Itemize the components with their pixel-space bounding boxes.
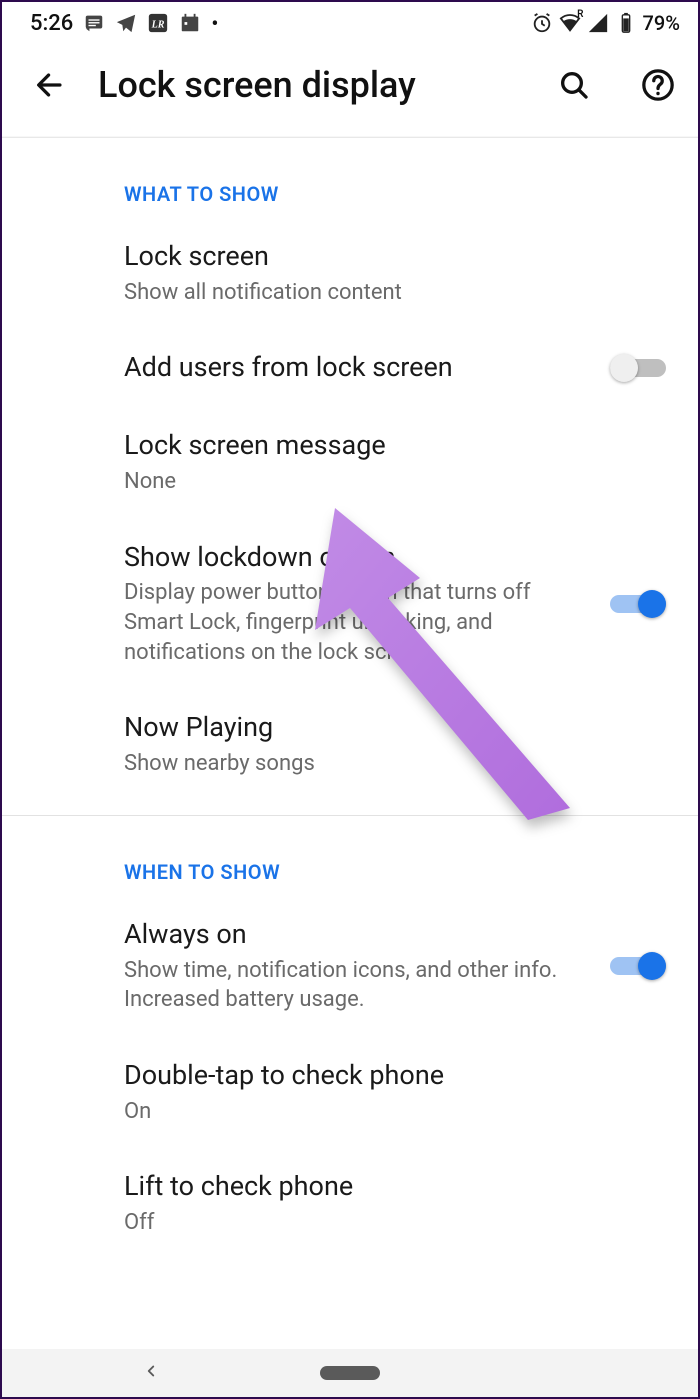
- row-title: Always on: [124, 918, 594, 952]
- back-button[interactable]: [32, 67, 68, 103]
- row-subtitle: None: [124, 467, 666, 497]
- row-show-lockdown[interactable]: Show lockdown option Display power butto…: [2, 519, 698, 690]
- cell-signal-icon: [587, 12, 609, 34]
- row-title: Show lockdown option: [124, 541, 594, 575]
- messages-icon: [83, 12, 105, 34]
- row-add-users[interactable]: Add users from lock screen: [2, 329, 698, 407]
- alarm-icon: [531, 12, 553, 34]
- row-title: Now Playing: [124, 711, 666, 745]
- row-title: Lift to check phone: [124, 1170, 666, 1204]
- row-lift-to-check[interactable]: Lift to check phone Off: [2, 1148, 698, 1259]
- telegram-icon: [115, 12, 137, 34]
- row-subtitle: Show all notification content: [124, 278, 666, 308]
- nav-home-pill[interactable]: [320, 1366, 380, 1380]
- app-bar: Lock screen display: [2, 40, 698, 137]
- svg-text:LR: LR: [151, 20, 165, 31]
- search-button[interactable]: [556, 67, 592, 103]
- row-subtitle: Display power button option that turns o…: [124, 578, 594, 667]
- row-subtitle: Off: [124, 1208, 666, 1238]
- wifi-icon: R: [559, 12, 581, 34]
- battery-percent: 79%: [643, 11, 680, 35]
- nav-back-button[interactable]: [142, 1362, 160, 1384]
- battery-icon: [615, 12, 637, 34]
- section-header-when: WHEN TO SHOW: [2, 816, 698, 896]
- toggle-always-on[interactable]: [610, 952, 666, 980]
- clock-text: 5:26: [30, 11, 73, 36]
- status-bar: 5:26 LR • R: [2, 2, 698, 40]
- row-title: Lock screen message: [124, 429, 666, 463]
- row-subtitle: Show time, notification icons, and other…: [124, 956, 594, 1015]
- toggle-add-users[interactable]: [610, 354, 666, 382]
- section-header-what: WHAT TO SHOW: [2, 138, 698, 218]
- row-title: Double-tap to check phone: [124, 1059, 666, 1093]
- row-lock-screen[interactable]: Lock screen Show all notification conten…: [2, 218, 698, 329]
- row-title: Lock screen: [124, 240, 666, 274]
- row-title: Add users from lock screen: [124, 351, 594, 385]
- row-lock-screen-message[interactable]: Lock screen message None: [2, 407, 698, 518]
- section-when-to-show: WHEN TO SHOW Always on Show time, notifi…: [2, 816, 698, 1274]
- row-now-playing[interactable]: Now Playing Show nearby songs: [2, 689, 698, 800]
- row-subtitle: On: [124, 1097, 666, 1127]
- calendar-icon: [179, 12, 201, 34]
- page-title: Lock screen display: [98, 64, 508, 106]
- row-always-on[interactable]: Always on Show time, notification icons,…: [2, 896, 698, 1037]
- row-double-tap[interactable]: Double-tap to check phone On: [2, 1037, 698, 1148]
- toggle-show-lockdown[interactable]: [610, 590, 666, 618]
- lr-app-icon: LR: [147, 12, 169, 34]
- section-what-to-show: WHAT TO SHOW Lock screen Show all notifi…: [2, 138, 698, 816]
- overflow-dot-icon: •: [211, 13, 218, 33]
- help-button[interactable]: [640, 67, 676, 103]
- row-subtitle: Show nearby songs: [124, 749, 666, 779]
- system-nav-bar: [2, 1349, 698, 1397]
